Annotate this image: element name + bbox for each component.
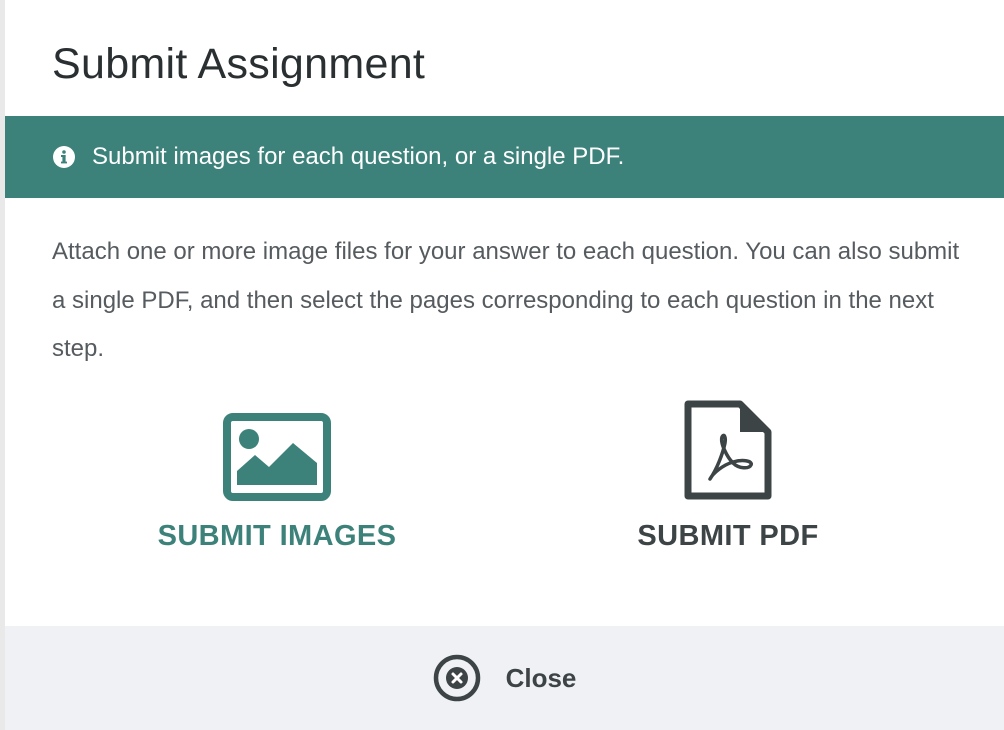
submit-images-button[interactable]: SUBMIT IMAGES — [117, 400, 437, 570]
close-circle-icon — [433, 654, 481, 702]
info-banner-text: Submit images for each question, or a si… — [92, 143, 625, 170]
submit-assignment-modal: Submit Assignment Submit images for each… — [5, 0, 1004, 730]
close-label: Close — [505, 662, 577, 693]
submit-pdf-label: SUBMIT PDF — [637, 520, 819, 552]
submit-images-label: SUBMIT IMAGES — [157, 520, 397, 552]
pdf-file-icon — [683, 399, 773, 506]
modal-title: Submit Assignment — [52, 40, 426, 88]
modal-footer: Close — [5, 626, 1004, 730]
submit-pdf-button[interactable]: SUBMIT PDF — [568, 400, 888, 570]
instructions-text: Attach one or more image files for your … — [52, 238, 960, 362]
image-icon — [223, 413, 331, 506]
close-button[interactable]: Close — [433, 654, 577, 702]
info-circle-icon — [53, 146, 75, 168]
info-banner: Submit images for each question, or a si… — [5, 116, 1004, 198]
